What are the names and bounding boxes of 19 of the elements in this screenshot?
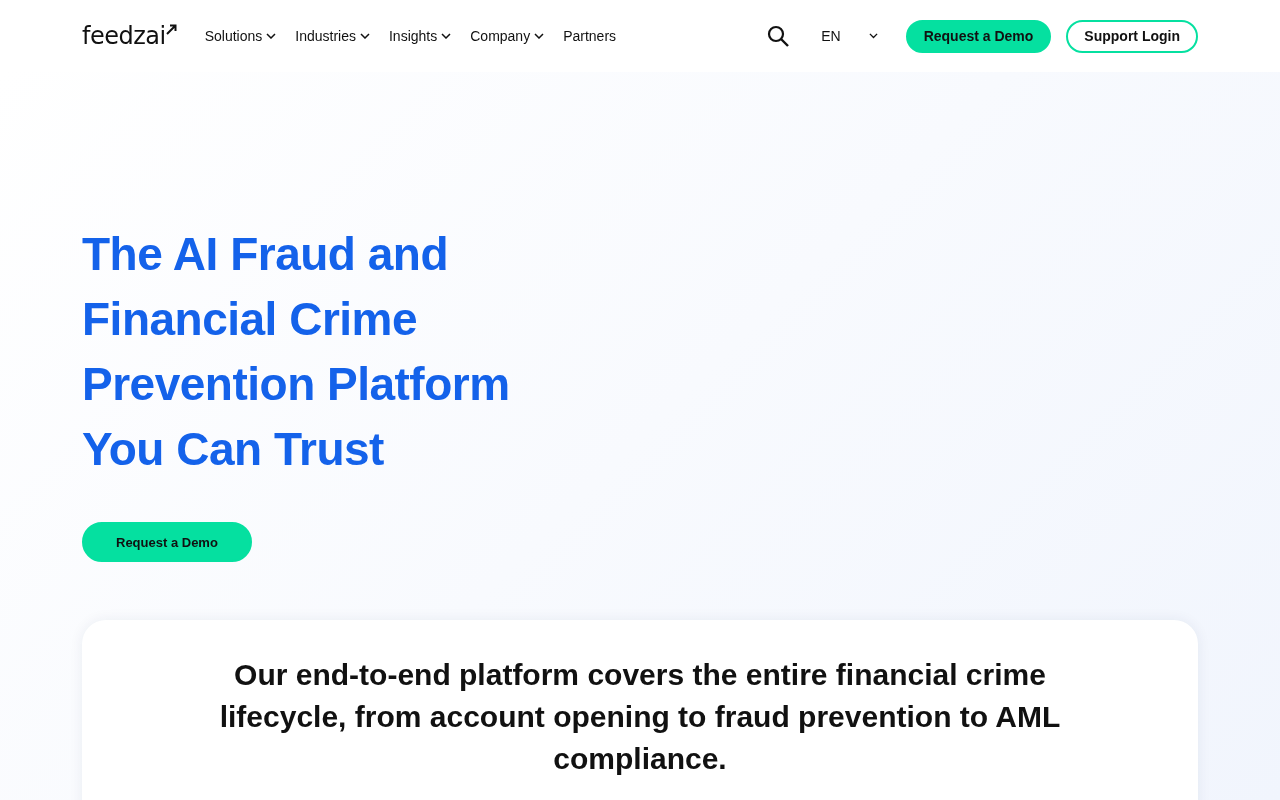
nav-link[interactable]: Industries (295, 28, 370, 44)
chevron-down-icon (441, 33, 452, 39)
search-icon (767, 25, 790, 47)
arrow-up-right-icon (165, 24, 177, 35)
chevron-down-icon (868, 33, 878, 39)
search-button[interactable] (767, 25, 790, 47)
chevron-down-icon (360, 33, 370, 39)
nav-link[interactable]: Company (470, 28, 545, 44)
nav-link[interactable]: Insights (389, 28, 452, 44)
nav-link[interactable]: Solutions (204, 28, 277, 44)
hero-title: The AI Fraud and Financial Crime Prevention Platform You Can Trust (82, 227, 511, 477)
chevron-down-icon (534, 33, 545, 39)
nav-link[interactable]: Partners (563, 28, 617, 44)
request-demo-button[interactable]: Request a Demo (905, 19, 1052, 53)
language-selector[interactable]: EN (815, 27, 884, 45)
request-demo-button[interactable]: Request a Demo (82, 522, 252, 562)
support-login-button[interactable]: Support Login (1066, 19, 1198, 53)
chevron-down-icon (266, 33, 277, 39)
platform-description: Our end-to-end platform covers the entire financial crime lifecycle, from account opening to fraud prevention to AML compliance. (218, 657, 1062, 777)
